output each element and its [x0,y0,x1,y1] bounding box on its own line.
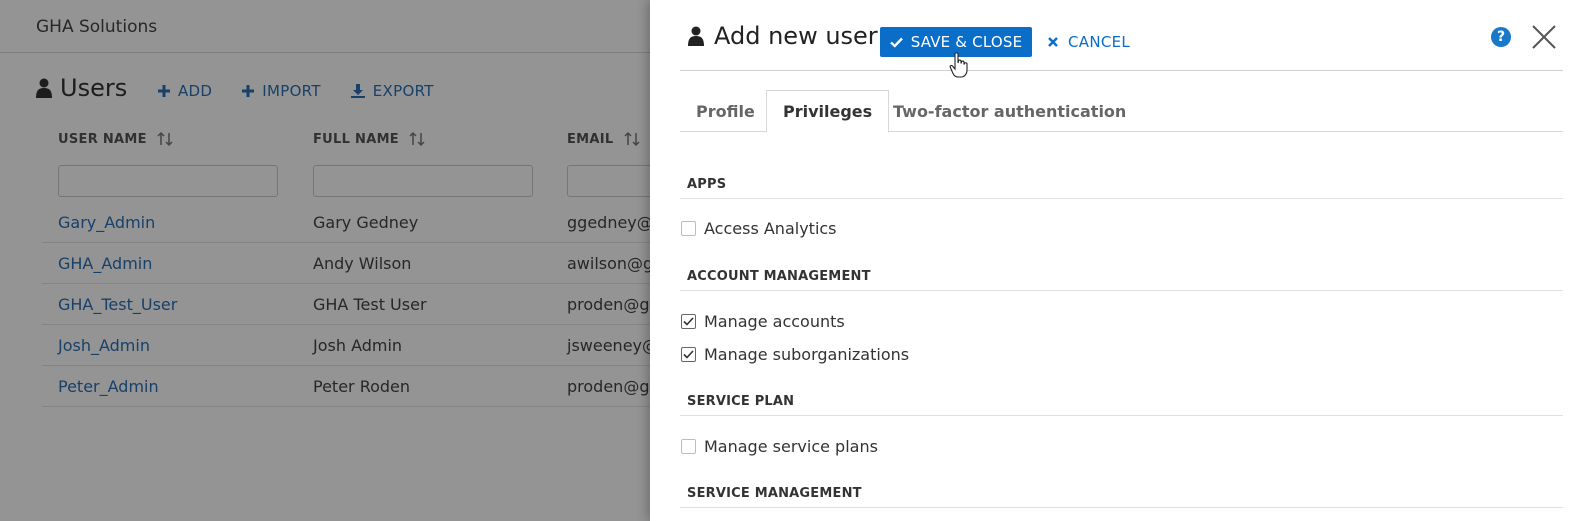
section-title-account-management: ACCOUNT MANAGEMENT [687,269,871,284]
help-icon[interactable]: ? [1491,27,1511,47]
panel-title: Add new user [688,22,878,50]
checkbox-label: Manage service plans [704,437,878,456]
panel-title-text: Add new user [714,22,878,50]
cancel-label: CANCEL [1068,33,1131,51]
tab-privileges[interactable]: Privileges [766,90,890,133]
tab-two-factor[interactable]: Two-factor authentication [877,90,1142,132]
checkbox-label: Manage suborganizations [704,345,910,364]
checkbox-unchecked[interactable] [681,221,696,236]
check-icon [889,37,903,48]
tab-profile[interactable]: Profile [680,90,771,132]
user-icon [688,26,704,46]
section-title-service-management: SERVICE MANAGEMENT [687,486,862,501]
section-title-service-plan: SERVICE PLAN [687,394,795,409]
manage-suborganizations-checkbox[interactable]: Manage suborganizations [681,345,909,364]
close-icon[interactable] [1531,24,1557,50]
hand-cursor-icon [949,52,968,78]
section-divider [680,415,1563,416]
section-divider [680,290,1563,291]
cancel-button[interactable]: CANCEL [1048,27,1130,57]
panel-header-divider [680,70,1563,71]
checkbox-label: Manage accounts [704,312,845,331]
checkmark-icon [683,350,694,359]
checkmark-icon [683,317,694,326]
modal-backdrop[interactable] [0,0,660,521]
tab-bar: Profile Privileges Two-factor authentica… [680,90,1563,133]
section-title-apps: APPS [687,177,727,192]
x-icon [1048,37,1058,47]
manage-service-plans-checkbox[interactable]: Manage service plans [681,437,878,456]
manage-accounts-checkbox[interactable]: Manage accounts [681,312,845,331]
save-close-label: SAVE & CLOSE [910,33,1023,51]
checkbox-label: Access Analytics [704,219,837,238]
section-divider [680,198,1563,199]
access-analytics-checkbox[interactable]: Access Analytics [681,219,837,238]
section-divider [680,507,1563,508]
add-user-panel: Add new user SAVE & CLOSE CANCEL ? Profi… [650,0,1591,521]
checkbox-checked[interactable] [681,314,696,329]
checkbox-unchecked[interactable] [681,439,696,454]
checkbox-checked[interactable] [681,347,696,362]
